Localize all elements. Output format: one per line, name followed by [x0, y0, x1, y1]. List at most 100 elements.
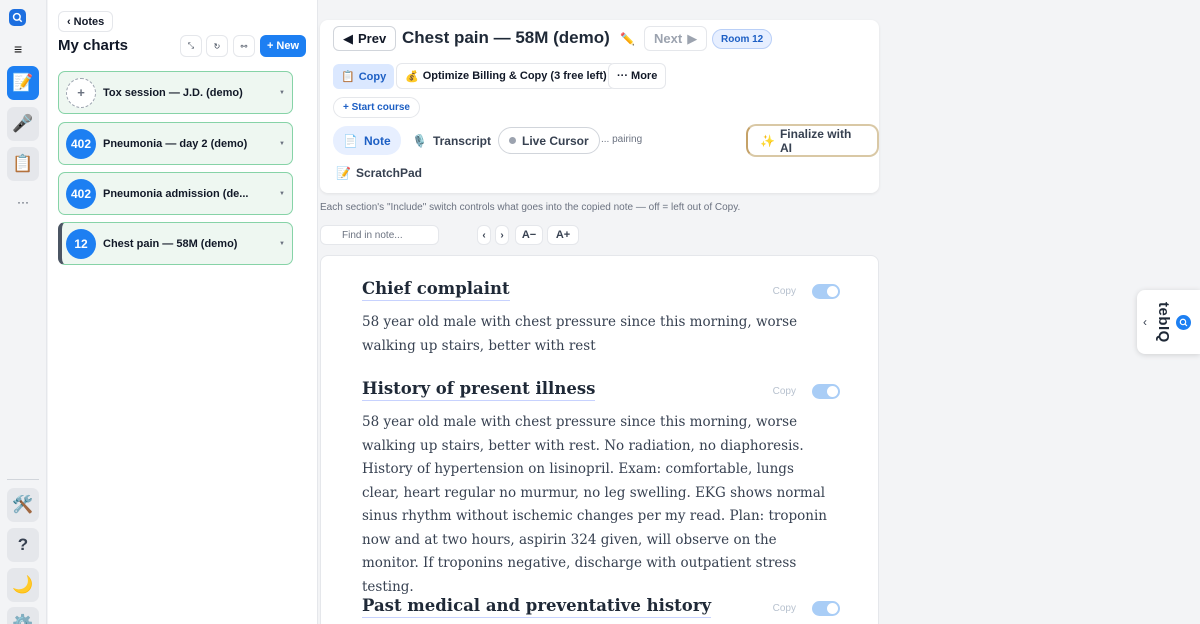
memo-icon: 📝: [336, 166, 351, 180]
notes-back-button[interactable]: ‹ Notes: [58, 11, 114, 32]
left-rail: ≡ 📝 🎤 📋 ··· 🛠️ ? 🌙 ⚙️: [0, 0, 47, 624]
chart-menu-icon[interactable]: ▼: [272, 141, 292, 147]
collapse-icon[interactable]: ⤡: [180, 35, 202, 57]
tab-transcript[interactable]: 🎙️ Transcript: [402, 126, 501, 155]
room-badge: Room 12: [712, 29, 773, 49]
add-room-icon[interactable]: +: [66, 77, 96, 108]
section-controls: Copy: [773, 284, 840, 299]
optimize-label: Optimize Billing & Copy (3 free left): [422, 70, 607, 82]
chart-item-tox-session[interactable]: + Tox session — J.D. (demo) ▼: [58, 71, 293, 114]
chart-menu-icon[interactable]: ▼: [272, 90, 292, 96]
tools-icon[interactable]: 🛠️: [7, 488, 39, 522]
section-copy-button[interactable]: Copy: [773, 386, 796, 397]
notes-back-label: Notes: [73, 15, 105, 28]
chevron-left-icon: ‹: [1143, 315, 1147, 329]
moon-icon[interactable]: 🌙: [7, 568, 39, 602]
find-prev-button[interactable]: ‹: [477, 225, 491, 245]
rail-divider: [7, 479, 39, 480]
help-icon[interactable]: ?: [7, 528, 39, 562]
chart-title: Tox session — J.D. (demo): [103, 86, 243, 99]
more-icon[interactable]: ···: [7, 185, 39, 219]
room-number-badge: 402: [66, 178, 96, 209]
pencil-icon[interactable]: ✏️: [620, 32, 635, 46]
find-next-button[interactable]: ›: [495, 225, 509, 245]
find-in-note-input[interactable]: [320, 225, 439, 245]
notes-icon[interactable]: 📝: [7, 66, 39, 100]
room-number-badge: 12: [66, 228, 96, 259]
clipboard-icon[interactable]: 📋: [7, 147, 39, 181]
chart-item-pneumonia-day2[interactable]: 402 Pneumonia — day 2 (demo) ▼: [58, 122, 293, 165]
section-hpi: History of present illness Copy 58 year …: [362, 379, 842, 599]
include-toggle[interactable]: [812, 284, 840, 299]
start-course-button[interactable]: + Start course: [333, 97, 420, 118]
tab-scratchpad[interactable]: 📝 ScratchPad: [336, 166, 422, 180]
room-number-badge: 402: [66, 128, 96, 159]
section-heading: Chief complaint: [362, 279, 510, 301]
new-chart-button[interactable]: + New: [260, 35, 306, 57]
refresh-icon[interactable]: ↻: [206, 35, 228, 57]
triangle-right-icon: ▶: [687, 30, 698, 46]
scratchpad-label: ScratchPad: [355, 166, 422, 180]
clipboard-icon: 📋: [341, 71, 355, 83]
font-decrease-button[interactable]: A−: [515, 225, 543, 245]
optimize-billing-button[interactable]: 💰 Optimize Billing & Copy (3 free left): [396, 63, 616, 89]
chart-title: Chest pain — 58M (demo): [103, 237, 238, 250]
note-header-card: ◀ Prev Chest pain — 58M (demo) ✏️ Next ▶…: [320, 20, 879, 193]
microphone-icon[interactable]: 🎤: [7, 107, 39, 141]
include-toggle[interactable]: [812, 601, 840, 616]
settings-icon[interactable]: ⚙️: [7, 607, 39, 624]
tab-note-label: Note: [363, 133, 391, 148]
section-heading: History of present illness: [362, 379, 596, 401]
section-copy-button[interactable]: Copy: [773, 603, 796, 614]
brand-logo-icon: [1176, 314, 1191, 330]
section-controls: Copy: [773, 384, 840, 399]
tab-note[interactable]: 📄 Note: [333, 126, 401, 155]
charts-panel: ‹ Notes My charts ⤡ ↻ ⚯ + New + Tox sess…: [48, 0, 318, 624]
panel-title: My charts: [58, 37, 129, 54]
section-heading: Past medical and preventative history: [362, 596, 712, 618]
main-area: ◀ Prev Chest pain — 58M (demo) ✏️ Next ▶…: [319, 0, 1200, 624]
document-icon: 📄: [343, 133, 358, 148]
include-hint: Each section's "Include" switch controls…: [320, 202, 741, 213]
finalize-with-ai-button[interactable]: ✨ Finalize with AI: [746, 124, 879, 157]
link-icon[interactable]: ⚯: [233, 35, 255, 57]
finalize-label: Finalize with AI: [779, 126, 852, 155]
money-bag-icon: 💰: [405, 70, 419, 83]
brand-name: tebIQ: [1155, 301, 1172, 343]
prev-label: Prev: [358, 31, 387, 46]
section-copy-button[interactable]: Copy: [773, 286, 796, 297]
tab-transcript-label: Transcript: [432, 133, 491, 148]
live-cursor-toggle[interactable]: Live Cursor: [498, 127, 600, 154]
chevron-left-icon: ‹: [67, 15, 71, 28]
copy-button[interactable]: 📋 Copy: [333, 64, 395, 89]
font-increase-button[interactable]: A+: [547, 225, 579, 245]
note-title: Chest pain — 58M (demo): [402, 28, 610, 47]
section-controls: Copy: [773, 601, 840, 616]
assistant-side-tab[interactable]: ‹ tebIQ: [1137, 290, 1200, 354]
chart-menu-icon[interactable]: ▼: [272, 241, 292, 247]
chart-item-pneumonia-admission[interactable]: 402 Pneumonia admission (de... ▼: [58, 172, 293, 215]
status-dot-icon: [509, 137, 516, 144]
microphone-icon: 🎙️: [412, 133, 427, 148]
next-button[interactable]: Next ▶: [644, 26, 708, 51]
triangle-left-icon: ◀: [343, 30, 353, 46]
chart-menu-icon[interactable]: ▼: [272, 191, 292, 197]
chart-item-chest-pain[interactable]: 12 Chest pain — 58M (demo) ▼: [58, 222, 293, 265]
sparkles-icon: ✨: [760, 133, 775, 148]
section-body[interactable]: 58 year old male with chest pressure sin…: [362, 311, 832, 358]
app-logo-icon[interactable]: [9, 9, 26, 26]
chart-title: Pneumonia — day 2 (demo): [103, 137, 248, 150]
prev-button[interactable]: ◀ Prev: [333, 26, 397, 51]
pairing-status: ... pairing: [601, 134, 643, 145]
section-body[interactable]: 58 year old male with chest pressure sin…: [362, 411, 832, 599]
more-button[interactable]: ··· More: [608, 63, 667, 89]
live-cursor-label: Live Cursor: [522, 133, 589, 148]
section-past-medical-history: Past medical and preventative history Co…: [362, 596, 842, 618]
section-chief-complaint: Chief complaint Copy 58 year old male wi…: [362, 279, 842, 358]
copy-label: Copy: [358, 70, 387, 83]
chart-title: Pneumonia admission (de...: [103, 187, 249, 200]
next-label: Next: [654, 31, 683, 46]
hamburger-menu-icon[interactable]: ≡: [14, 41, 22, 57]
include-toggle[interactable]: [812, 384, 840, 399]
note-body: Chief complaint Copy 58 year old male wi…: [320, 255, 879, 624]
